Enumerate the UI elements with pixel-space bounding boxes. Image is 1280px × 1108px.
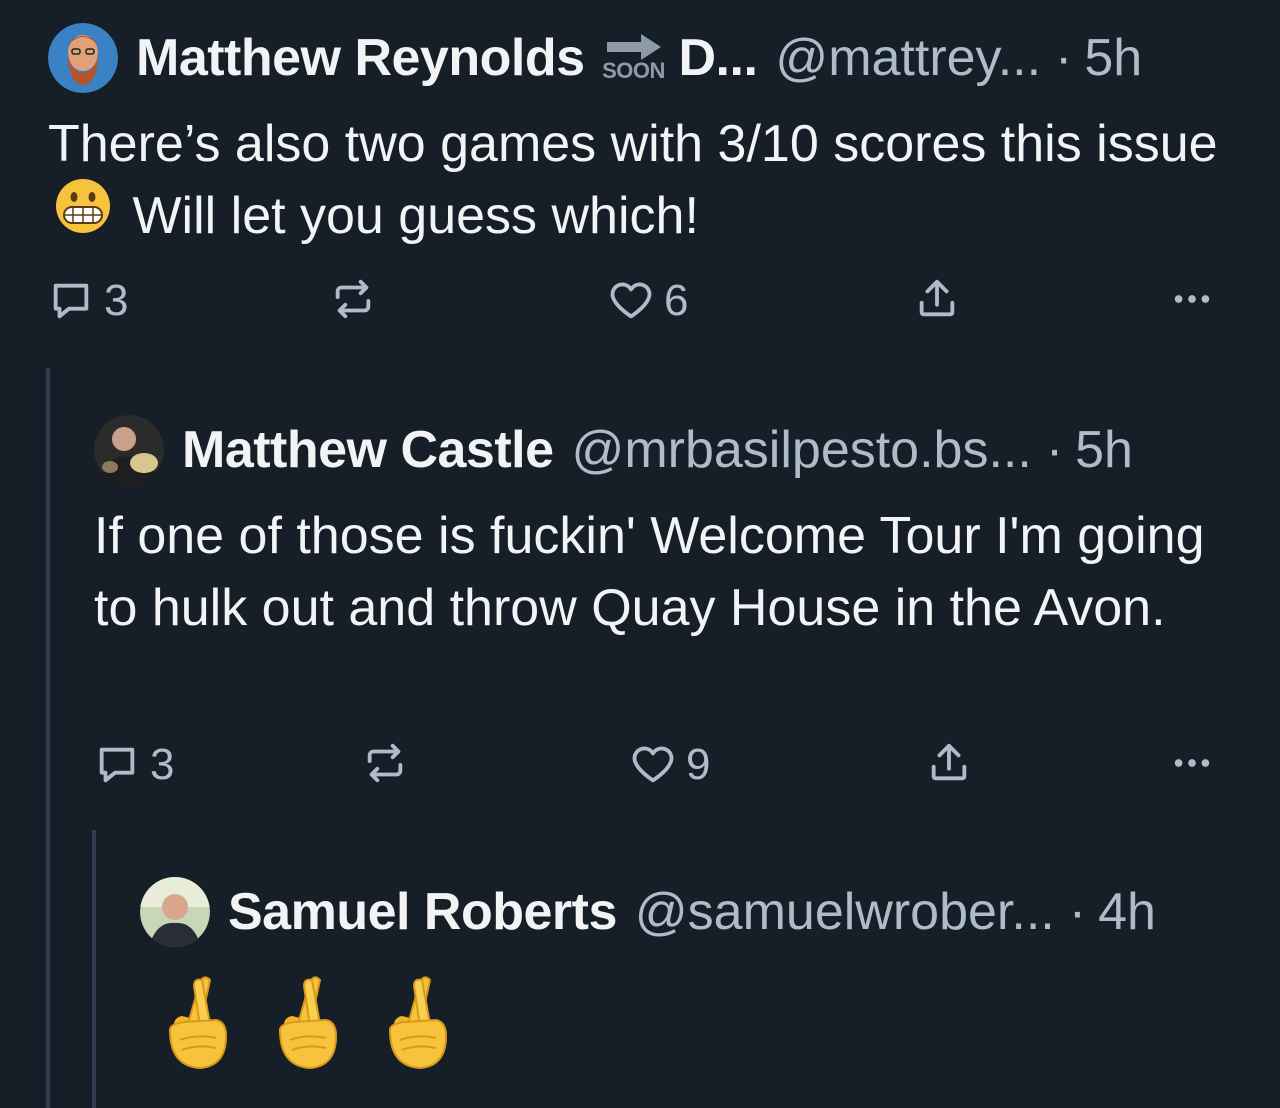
author-name[interactable]: Matthew Reynolds [136,28,585,88]
post-emoji-row [160,974,460,1079]
display-name-suffix[interactable]: D... [679,28,758,88]
reply-icon [99,747,135,783]
repost-button[interactable] [362,740,408,786]
more-button[interactable] [1168,276,1216,322]
reply-count: 3 [150,740,175,789]
post-time[interactable]: 4h [1098,882,1156,942]
more-icon [1174,759,1210,767]
post-text: If one of those is fuckin' Welcome Tour … [94,507,1205,637]
post-matthew-castle[interactable]: Matthew Castle @mrbasilpesto.bs... · 5h … [0,400,1280,820]
crossed-fingers-emoji [160,974,240,1079]
soon-label: SOON [602,58,665,83]
reply-button[interactable]: 3 [48,276,128,326]
like-count: 9 [686,740,711,789]
post-text-part2: Will let you guess which! [132,187,699,245]
crossed-fingers-emoji [380,974,460,1079]
reply-count: 3 [104,276,129,325]
share-button[interactable] [914,276,960,322]
soon-badge: SOON [601,32,667,84]
heart-icon [610,282,652,319]
author-name[interactable]: Samuel Roberts [228,882,617,942]
separator-dot: · [1045,421,1064,479]
post-header: Matthew Reynolds SOON D... @mattrey... ·… [48,22,1142,94]
reply-button[interactable]: 3 [94,740,174,790]
author-handle[interactable]: @mrbasilpesto.bs... [572,420,1032,480]
avatar[interactable] [48,23,118,93]
author-handle[interactable]: @samuelwrober... [635,882,1055,942]
like-count: 6 [664,276,689,325]
more-icon [1174,295,1210,303]
share-icon [931,743,967,781]
share-icon [919,279,955,317]
post-actions: 3 6 [48,276,1228,326]
post-time[interactable]: 5h [1075,420,1133,480]
post-time[interactable]: 5h [1084,28,1142,88]
post-samuel-roberts[interactable]: Samuel Roberts @samuelwrober... · 4h [0,862,1280,1108]
reply-icon [53,283,89,319]
post-actions: 3 9 [94,740,1224,790]
grimacing-face-emoji [54,177,112,254]
crossed-fingers-emoji [270,974,350,1079]
author-name[interactable]: Matthew Castle [182,420,554,480]
heart-icon [632,746,674,783]
repost-button[interactable] [330,276,376,322]
share-button[interactable] [926,740,972,786]
like-button[interactable]: 9 [630,740,710,790]
post-header: Samuel Roberts @samuelwrober... · 4h [140,876,1156,948]
more-button[interactable] [1168,740,1216,786]
post-header: Matthew Castle @mrbasilpesto.bs... · 5h [94,414,1133,486]
repost-icon [367,743,403,783]
author-handle[interactable]: @mattrey... [775,28,1041,88]
post-text-part1: There’s also two games with 3/10 scores … [48,115,1218,173]
post-matthew-reynolds[interactable]: Matthew Reynolds SOON D... @mattrey... ·… [0,0,1280,350]
like-button[interactable]: 6 [608,276,688,326]
separator-dot: · [1055,29,1073,87]
post-text: There’s also two games with 3/10 scores … [48,108,1248,254]
thread-feed: Matthew Reynolds SOON D... @mattrey... ·… [0,0,1280,1108]
repost-icon [335,279,371,319]
avatar[interactable] [94,415,164,485]
avatar[interactable] [140,877,210,947]
separator-dot: · [1068,883,1087,941]
